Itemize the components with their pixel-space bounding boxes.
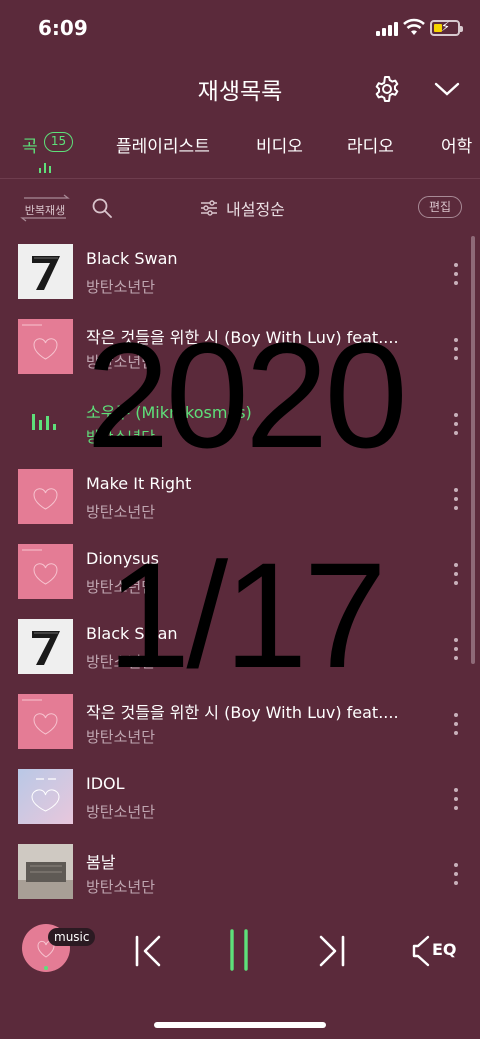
wifi-icon <box>403 18 425 35</box>
more-options-icon[interactable] <box>452 713 460 735</box>
edit-button[interactable]: 편집 <box>418 196 462 218</box>
page-title: 재생목록 <box>197 79 283 105</box>
search-icon[interactable] <box>92 198 112 218</box>
song-row[interactable]: IDOL 방탄소년단 <box>0 761 470 836</box>
album-art <box>18 244 73 299</box>
cellular-signal-icon <box>376 22 398 36</box>
song-title: 작은 것들을 위한 시 (Boy With Luv) feat.... <box>86 703 399 722</box>
song-artist: 방탄소년단 <box>86 728 156 746</box>
pause-icon[interactable] <box>227 928 251 972</box>
tab-playlist[interactable]: 플레이리스트 <box>116 132 210 157</box>
song-artist: 방탄소년단 <box>86 878 156 896</box>
sort-icon <box>201 200 217 216</box>
song-row[interactable]: Black Swan 방탄소년단 <box>0 236 470 311</box>
album-art <box>18 469 73 524</box>
music-label: music <box>48 928 96 946</box>
more-options-icon[interactable] <box>452 563 460 585</box>
album-art <box>18 769 73 824</box>
song-row[interactable]: 봄날 방탄소년단 <box>0 836 470 904</box>
song-title: 봄날 <box>86 853 116 872</box>
more-options-icon[interactable] <box>452 638 460 660</box>
tab-songs[interactable]: 곡 <box>22 132 38 157</box>
overlay-date-text: 1/17 <box>107 531 387 699</box>
more-options-icon[interactable] <box>452 263 460 285</box>
album-art <box>18 844 73 899</box>
tab-video[interactable]: 비디오 <box>256 132 303 157</box>
player-bar: music EQ <box>0 904 480 1004</box>
more-options-icon[interactable] <box>452 863 460 885</box>
scrollbar[interactable] <box>471 236 475 664</box>
home-indicator[interactable] <box>154 1022 326 1028</box>
song-title: Black Swan <box>86 249 178 268</box>
song-artist: 방탄소년단 <box>86 803 156 821</box>
playlist-toolbar: 반복재생 내설정순 편집 <box>0 190 480 226</box>
repeat-button[interactable]: 반복재생 <box>18 194 72 222</box>
more-options-icon[interactable] <box>452 788 460 810</box>
next-track-icon[interactable] <box>316 934 346 968</box>
tabs-divider <box>0 178 480 179</box>
battery-icon: ⚡ <box>430 20 463 36</box>
song-artist: 방탄소년단 <box>86 503 156 521</box>
eq-button[interactable]: EQ <box>412 934 458 968</box>
status-bar: 6:09 ⚡ <box>0 0 480 60</box>
song-count-badge: 15 <box>44 132 73 152</box>
previous-track-icon[interactable] <box>134 934 164 968</box>
status-time: 6:09 <box>38 16 88 40</box>
repeat-label: 반복재생 <box>24 204 66 217</box>
album-art <box>18 694 73 749</box>
tab-bar: 곡 15 플레이리스트 비디오 라디오 어학 <box>0 128 480 180</box>
gear-icon[interactable] <box>373 75 401 103</box>
active-tab-indicator <box>39 163 51 173</box>
chevron-down-icon[interactable] <box>434 80 460 98</box>
song-artist: 방탄소년단 <box>86 278 156 296</box>
tab-language[interactable]: 어학 <box>441 132 472 157</box>
song-title: IDOL <box>86 774 125 793</box>
eq-label: EQ <box>432 940 457 959</box>
tab-radio[interactable]: 라디오 <box>347 132 394 157</box>
more-options-icon[interactable] <box>452 488 460 510</box>
sort-label: 내설정순 <box>226 200 285 219</box>
sort-button[interactable]: 내설정순 <box>200 194 285 222</box>
overlay-year-text: 2020 <box>86 311 408 479</box>
